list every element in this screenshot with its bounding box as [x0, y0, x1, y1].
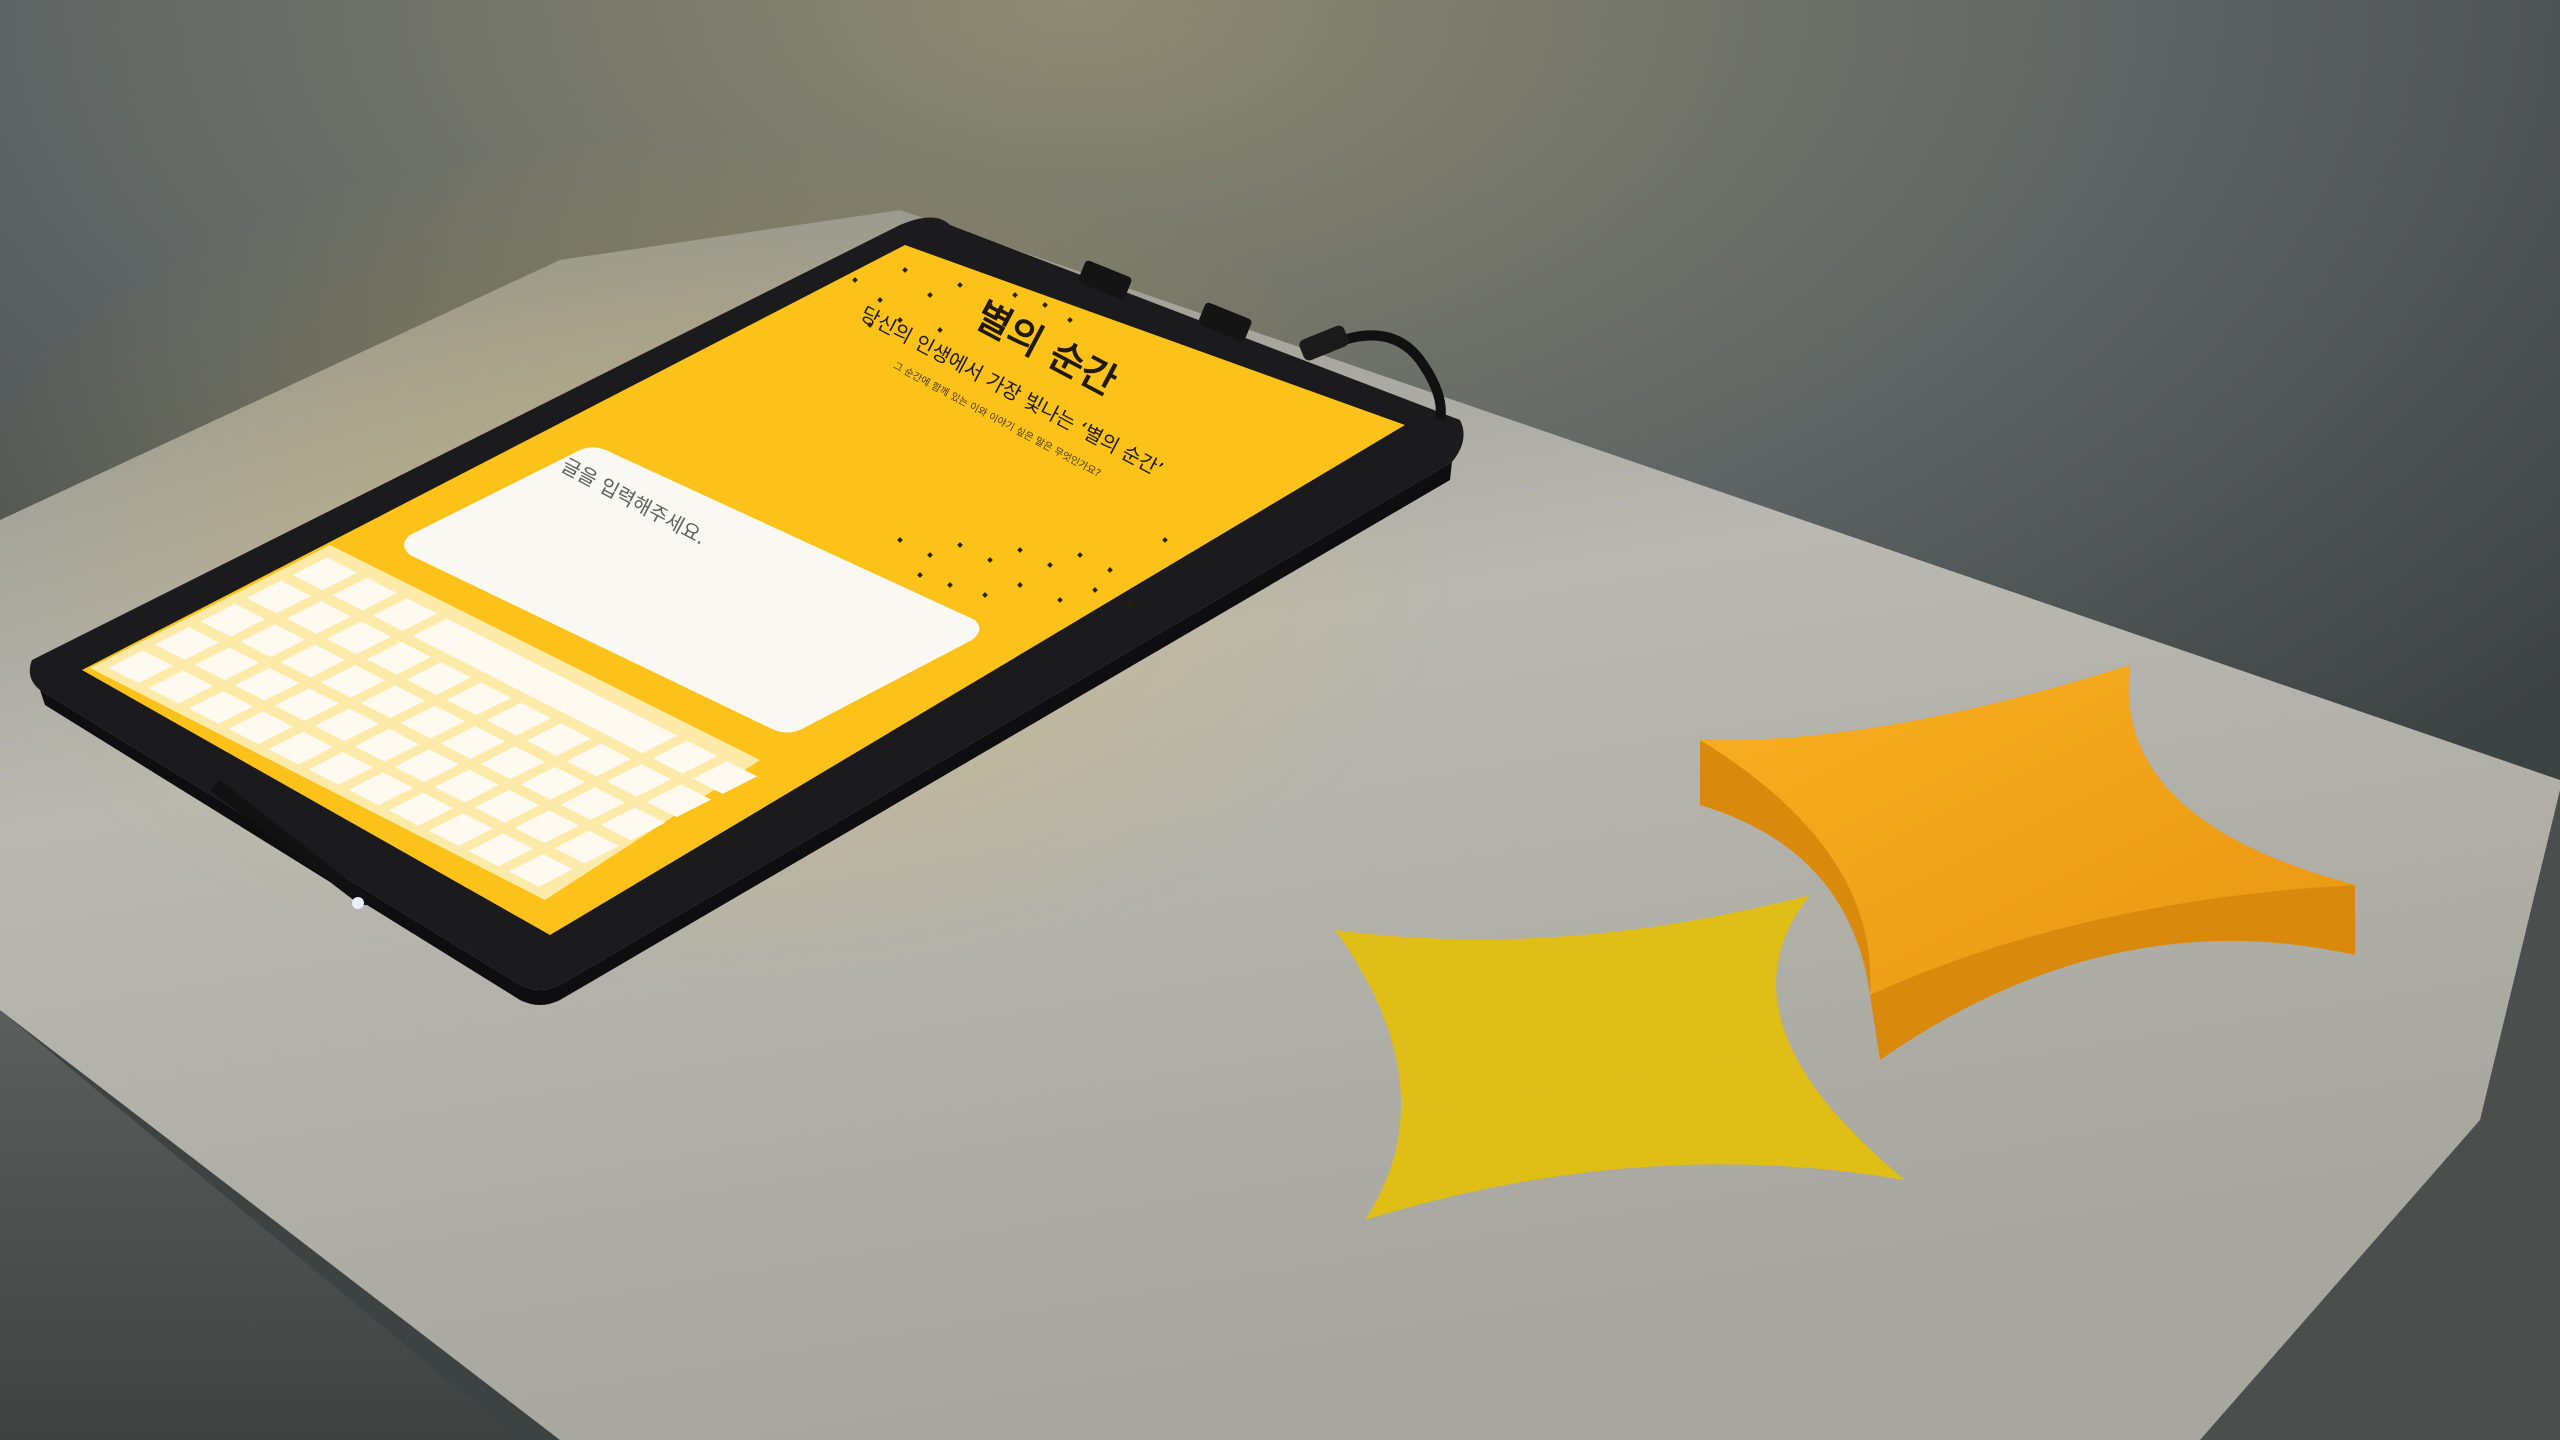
stand-light — [352, 897, 364, 909]
photo-scene: 별의 순간 당신의 인생에서 가장 빛나는 ‘별의 순간’ 그 순간에 함께 있… — [0, 0, 2560, 1440]
